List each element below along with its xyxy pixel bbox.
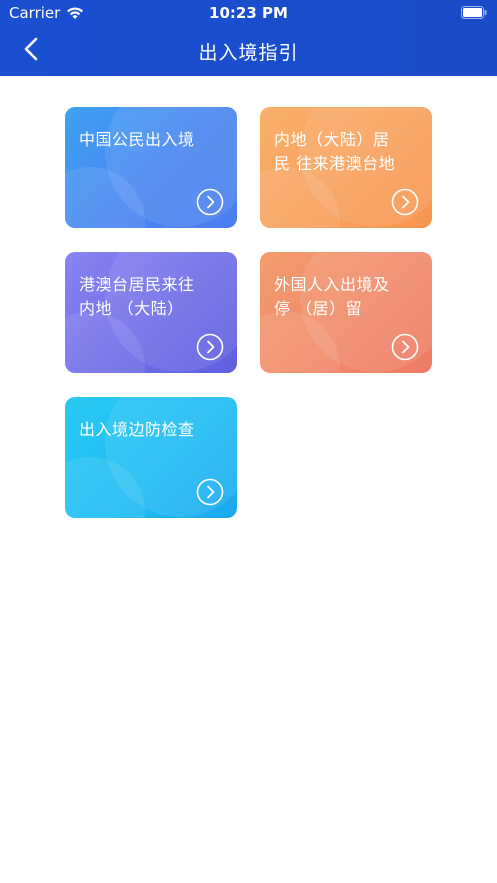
navigation-bar: 出入境指引 — [0, 26, 497, 76]
chevron-right-circle-icon — [391, 333, 419, 361]
card-chinese-citizen-exit-entry[interactable]: 中国公民出入境 — [65, 107, 237, 228]
card-border-inspection[interactable]: 出入境边防检查 — [65, 397, 237, 518]
card-label: 内地（大陆）居民 往来港澳台地 — [274, 130, 396, 173]
card-foreigners-entry-exit-stay[interactable]: 外国人入出境及停 （居）留 — [260, 252, 432, 373]
status-time: 10:23 PM — [209, 4, 288, 22]
card-label: 港澳台居民来往内地 （大陆） — [79, 275, 195, 318]
battery-icon — [461, 6, 487, 19]
chevron-right-circle-icon — [196, 188, 224, 216]
card-label: 出入境边防检查 — [79, 420, 195, 439]
card-hk-macao-taiwan-residents-to-mainland[interactable]: 港澳台居民来往内地 （大陆） — [65, 252, 237, 373]
status-bar: Carrier 10:23 PM — [0, 0, 497, 26]
chevron-right-circle-icon — [391, 188, 419, 216]
app-header: Carrier 10:23 PM 出入境指引 — [0, 0, 497, 76]
card-mainland-residents-to-hk-macao-taiwan[interactable]: 内地（大陆）居民 往来港澳台地 — [260, 107, 432, 228]
card-label: 外国人入出境及停 （居）留 — [274, 275, 390, 318]
page-title: 出入境指引 — [198, 42, 299, 64]
card-label: 中国公民出入境 — [79, 130, 195, 149]
chevron-right-circle-icon — [196, 333, 224, 361]
chevron-right-circle-icon — [196, 478, 224, 506]
